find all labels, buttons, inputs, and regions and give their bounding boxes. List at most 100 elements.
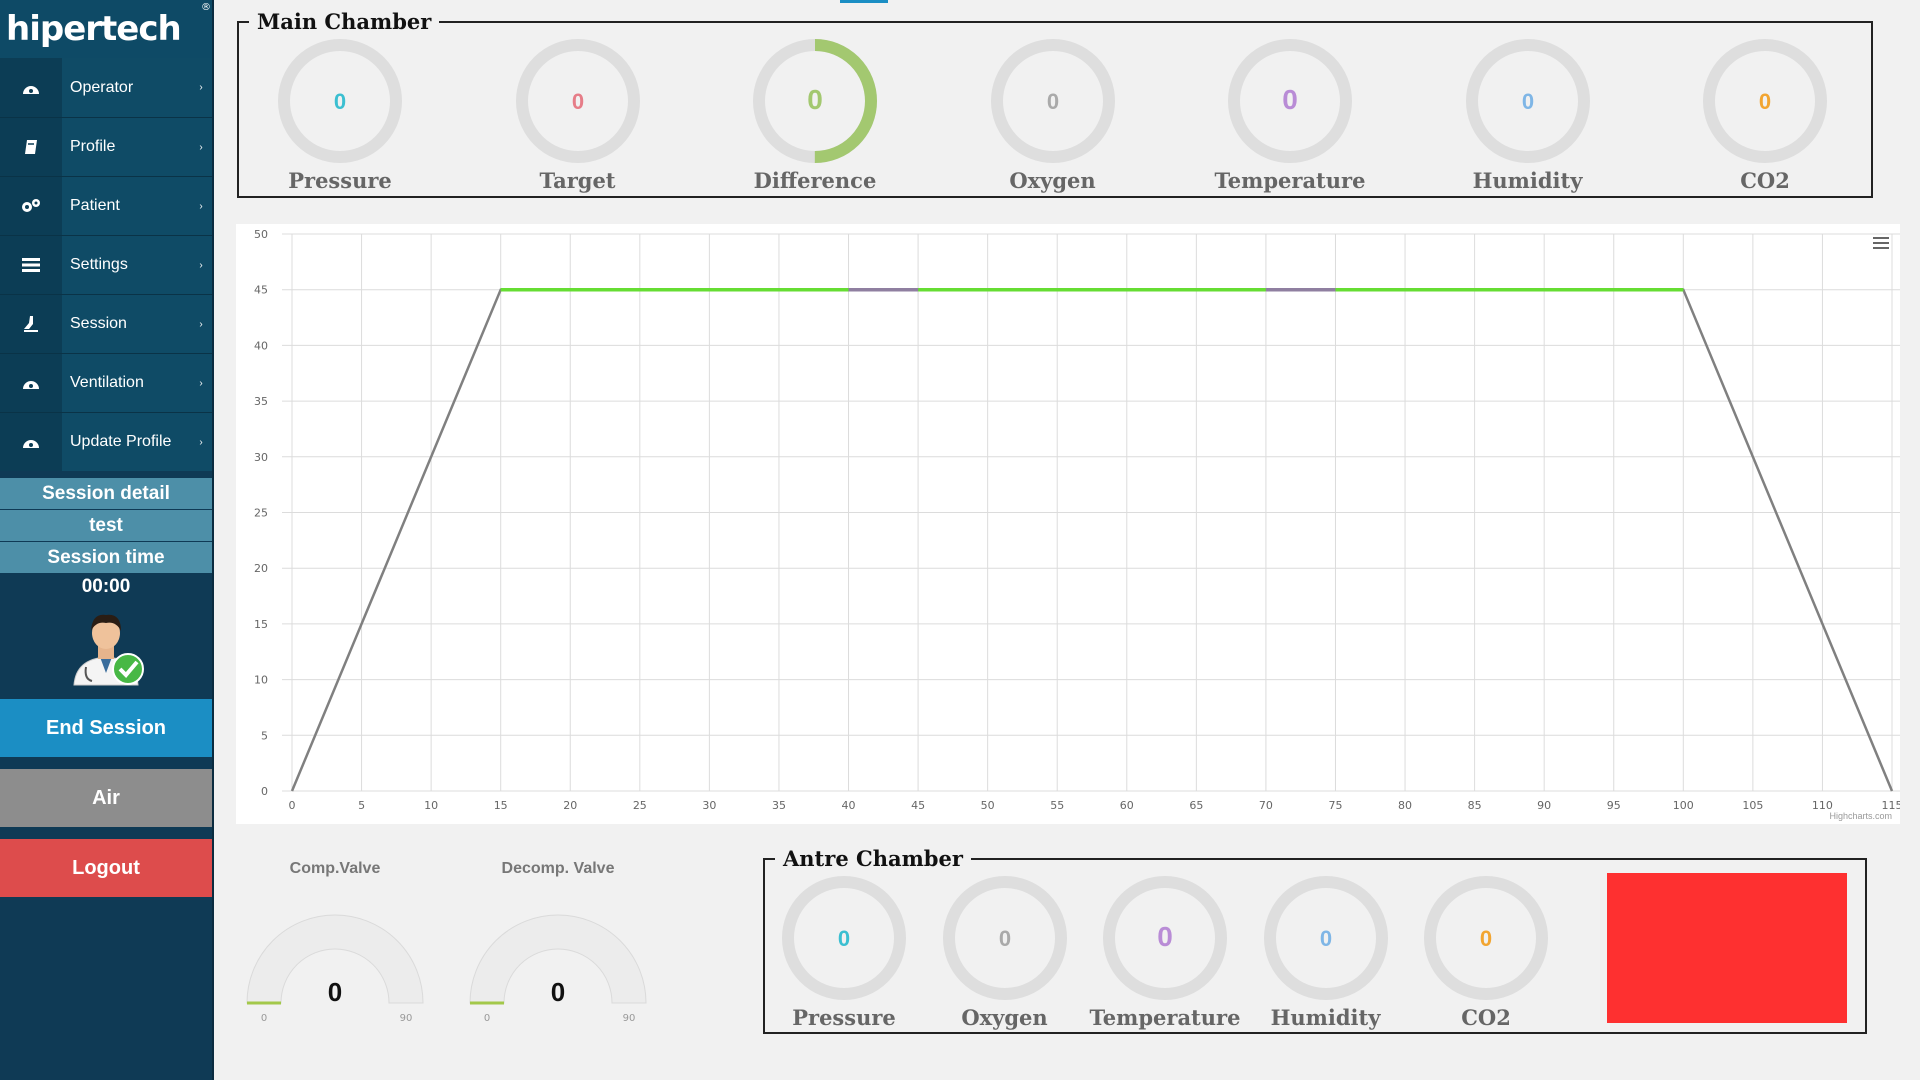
- profile-chart: 0 5 10 15 20 25 30 35 40 45 50 55 60 65 70 75 80 85 90 95 10…: [236, 224, 1903, 824]
- sidebar-item-operator[interactable]: Operator ›: [0, 58, 212, 117]
- chart-credits[interactable]: Highcharts.com: [1829, 811, 1892, 821]
- gauge-ring: 0: [990, 39, 1115, 163]
- sidebar-item-profile[interactable]: Profile ›: [0, 117, 212, 176]
- x-tick-label: 10: [424, 799, 438, 812]
- sidebar: hipertech ® Operator › Profile › Patient…: [0, 0, 214, 1080]
- gauge-ring: 0: [1703, 39, 1827, 163]
- book-icon: [0, 118, 62, 176]
- sidebar-item-label: Profile: [70, 138, 116, 155]
- chevron-right-icon: ›: [199, 318, 203, 330]
- gauge-value: 0: [1759, 89, 1771, 114]
- registered-mark: ®: [201, 2, 211, 13]
- sidebar-item-session[interactable]: Session ›: [0, 294, 212, 353]
- x-tick-label: 70: [1259, 799, 1273, 812]
- gauge-temperature: 0 Temperature: [1085, 875, 1245, 1030]
- gauge-label: Temperature: [1214, 168, 1366, 193]
- gauge-ring: 0: [1263, 876, 1388, 1000]
- gauge-co2: 0 CO2: [1685, 38, 1845, 193]
- x-tick-label: 65: [1189, 799, 1203, 812]
- gauge-temperature: 0 Temperature: [1210, 38, 1370, 193]
- sidebar-item-label: Session: [70, 315, 127, 332]
- series-line-0: [290, 288, 1894, 792]
- y-tick-label: 15: [254, 618, 268, 631]
- antre-chamber-title: Antre Chamber: [775, 846, 971, 871]
- gauge-ring: 0: [1103, 876, 1227, 1000]
- hipertech-logo: hipertech ®: [0, 0, 212, 58]
- x-tick-label: 45: [911, 799, 925, 812]
- sidebar-item-label: Settings: [70, 256, 128, 273]
- x-tick-label: 85: [1468, 799, 1482, 812]
- main-chamber-title: Main Chamber: [249, 9, 440, 34]
- valve-min-label: 0: [261, 1013, 267, 1024]
- gauge-co2: 0 CO2: [1406, 875, 1566, 1030]
- session-detail-label: Session detail: [0, 478, 212, 509]
- valve-value: 0: [551, 977, 565, 1007]
- gauge-ring: 0: [942, 876, 1067, 1000]
- sidebar-item-settings[interactable]: Settings ›: [0, 235, 212, 294]
- gauge-ring: 0: [278, 39, 402, 163]
- gauge-label: Difference: [753, 168, 877, 193]
- gauge-value: 0: [998, 926, 1010, 951]
- chart-menu-icon[interactable]: [1872, 236, 1890, 250]
- y-tick-label: 45: [254, 284, 268, 297]
- gauge-label: Humidity: [1270, 1005, 1381, 1030]
- chevron-right-icon: ›: [199, 200, 203, 212]
- gauge-ring: 0: [515, 39, 640, 163]
- flask-icon: [0, 295, 62, 353]
- x-tick-label: 50: [981, 799, 995, 812]
- session-time-label: Session time: [0, 542, 212, 573]
- x-tick-label: 20: [563, 799, 577, 812]
- x-tick-label: 30: [702, 799, 716, 812]
- gauge-ring: 0: [782, 876, 906, 1000]
- logout-button[interactable]: Logout: [0, 839, 212, 897]
- chevron-right-icon: ›: [199, 259, 203, 271]
- valve-dial: 0 0 90: [469, 914, 647, 1024]
- valve-title: Decomp. Valve: [501, 860, 615, 877]
- y-tick-label: 30: [254, 451, 268, 464]
- chevron-right-icon: ›: [199, 82, 203, 93]
- y-tick-label: 0: [261, 785, 268, 798]
- valve-min-label: 0: [484, 1013, 490, 1024]
- top-tab-indicator: [840, 0, 888, 3]
- x-tick-label: 105: [1742, 799, 1763, 812]
- x-tick-label: 95: [1607, 799, 1621, 812]
- sidebar-item-ventilation[interactable]: Ventilation ›: [0, 353, 212, 412]
- end-session-button[interactable]: End Session: [0, 699, 212, 757]
- dashboard-icon: [0, 413, 62, 471]
- gauge-value: 0: [1521, 89, 1533, 114]
- gauge-label: Target: [539, 168, 616, 193]
- sidebar-item-patient[interactable]: Patient ›: [0, 176, 212, 235]
- gauge-label: Pressure: [792, 1005, 896, 1030]
- chevron-right-icon: ›: [199, 377, 203, 389]
- x-tick-label: 15: [494, 799, 508, 812]
- y-tick-label: 5: [261, 729, 268, 742]
- gauge-value: 0: [807, 84, 823, 115]
- sidebar-item-update-profile[interactable]: Update Profile ›: [0, 412, 212, 471]
- gauge-target: 0 Target: [498, 38, 658, 193]
- gauge-ring: 0: [753, 39, 877, 163]
- gauge-value: 0: [571, 89, 583, 114]
- chevron-right-icon: ›: [199, 436, 203, 448]
- dashboard-icon: [0, 354, 62, 412]
- doctor-avatar-icon: [73, 614, 144, 686]
- gauge-pressure: 0 Pressure: [260, 38, 420, 193]
- gauge-label: Temperature: [1089, 1005, 1241, 1030]
- gauge-label: CO2: [1740, 168, 1790, 193]
- gauge-label: Oxygen: [1009, 168, 1096, 193]
- gears-icon: [0, 177, 62, 235]
- gauge-value: 0: [838, 926, 850, 951]
- valve-dial: 0 0 90: [246, 914, 424, 1024]
- x-tick-label: 75: [1328, 799, 1342, 812]
- gauge-value: 0: [1157, 921, 1173, 952]
- air-button[interactable]: Air: [0, 769, 212, 827]
- comp-valve-gauge: Comp.Valve 0 0 90: [240, 860, 430, 1033]
- profile-chart-svg: 0 5 10 15 20 25 30 35 40 45 50 55 60 65 70 75 80 85 90 95 10…: [254, 228, 1903, 812]
- sidebar-item-label: Ventilation: [70, 374, 144, 391]
- gauge-humidity: 0 Humidity: [1246, 875, 1406, 1030]
- gauge-pressure: 0 Pressure: [764, 875, 924, 1030]
- gauge-label: CO2: [1461, 1005, 1511, 1030]
- gauge-value: 0: [1480, 926, 1492, 951]
- list-icon: [0, 236, 62, 294]
- gauge-difference: 0 Difference: [735, 38, 895, 193]
- valve-value: 0: [328, 977, 342, 1007]
